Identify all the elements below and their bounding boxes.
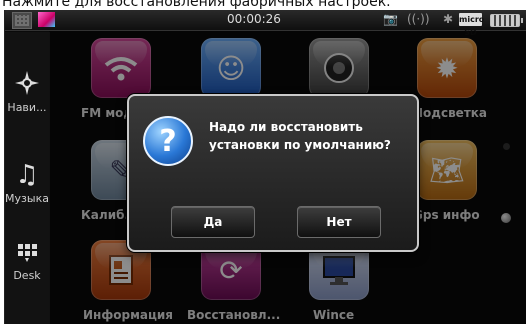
sidebar-item-desk[interactable]: Desk xyxy=(5,242,49,282)
sidebar-item-navigation[interactable]: Нави... xyxy=(5,70,49,114)
sidebar-item-label: Музыка xyxy=(5,192,49,205)
instruction-caption: Нажмите для восстановления фабричных нас… xyxy=(2,0,391,10)
no-button[interactable]: Нет xyxy=(297,206,381,238)
status-bar: 00:00:26 📷 ((·)) ✱ micro SD xyxy=(5,10,526,37)
theme-icon[interactable] xyxy=(38,12,55,27)
camera-icon: 📷 xyxy=(383,12,398,26)
compass-icon xyxy=(5,70,49,99)
grid-icon[interactable] xyxy=(12,12,32,29)
sidebar-item-label: Нави... xyxy=(7,101,47,114)
dialog-message: Надо ли восстановить установки по умолча… xyxy=(209,120,391,152)
restore-defaults-dialog: ? Надо ли восстановить установки по умол… xyxy=(127,94,419,252)
device-screen: 00:00:26 📷 ((·)) ✱ micro SD Нави... ♫ Му… xyxy=(4,10,526,324)
battery-icon xyxy=(490,14,523,27)
music-note-icon: ♫ xyxy=(15,160,39,190)
sidebar: Нави... ♫ Музыка Desk xyxy=(5,32,50,324)
yes-button[interactable]: Да xyxy=(171,206,255,238)
sidebar-item-music[interactable]: ♫ Музыка xyxy=(5,160,49,205)
question-icon: ? xyxy=(143,116,193,166)
sidebar-item-label: Desk xyxy=(13,269,41,282)
signal-icon: ((·)) xyxy=(407,12,430,26)
clock-time: 00:00:26 xyxy=(227,12,281,26)
bluetooth-icon: ✱ xyxy=(443,12,454,26)
sd-card-icon: micro SD xyxy=(459,13,485,37)
desk-grid-icon xyxy=(5,242,49,267)
